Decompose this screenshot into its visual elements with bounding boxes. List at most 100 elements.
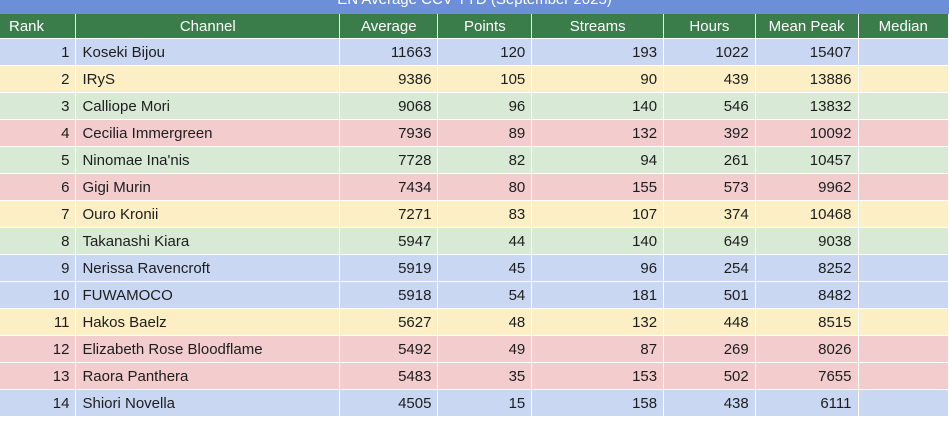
points-cell[interactable]: 15 [437, 389, 533, 417]
mean-peak-cell[interactable]: 7655 [755, 362, 859, 390]
rank-cell[interactable]: 9 [0, 254, 77, 282]
points-cell[interactable]: 80 [437, 173, 533, 201]
points-cell[interactable]: 105 [437, 65, 533, 93]
mean-peak-cell[interactable]: 13832 [755, 92, 859, 120]
hours-cell[interactable]: 438 [663, 389, 756, 417]
streams-cell[interactable]: 193 [531, 38, 665, 66]
median-cell[interactable] [858, 362, 949, 390]
channel-cell[interactable]: Hakos Baelz [75, 308, 341, 336]
average-cell[interactable]: 5492 [339, 335, 439, 363]
points-cell[interactable]: 83 [437, 200, 533, 228]
hours-cell[interactable]: 502 [663, 362, 756, 390]
hours-cell[interactable]: 501 [663, 281, 756, 309]
header-rank[interactable]: Rank [0, 14, 77, 39]
average-cell[interactable]: 5627 [339, 308, 439, 336]
average-cell[interactable]: 4505 [339, 389, 439, 417]
hours-cell[interactable]: 392 [663, 119, 756, 147]
median-cell[interactable] [858, 173, 949, 201]
streams-cell[interactable]: 181 [531, 281, 665, 309]
channel-cell[interactable]: Ninomae Ina'nis [75, 146, 341, 174]
median-cell[interactable] [858, 146, 949, 174]
hours-cell[interactable]: 439 [663, 65, 756, 93]
hours-cell[interactable]: 254 [663, 254, 756, 282]
rank-cell[interactable]: 13 [0, 362, 77, 390]
average-cell[interactable]: 7434 [339, 173, 439, 201]
points-cell[interactable]: 82 [437, 146, 533, 174]
median-cell[interactable] [858, 92, 949, 120]
points-cell[interactable]: 54 [437, 281, 533, 309]
hours-cell[interactable]: 1022 [663, 38, 756, 66]
median-cell[interactable] [858, 200, 949, 228]
points-cell[interactable]: 96 [437, 92, 533, 120]
points-cell[interactable]: 44 [437, 227, 533, 255]
median-cell[interactable] [858, 65, 949, 93]
average-cell[interactable]: 9068 [339, 92, 439, 120]
rank-cell[interactable]: 3 [0, 92, 77, 120]
median-cell[interactable] [858, 254, 949, 282]
streams-cell[interactable]: 94 [531, 146, 665, 174]
channel-cell[interactable]: Raora Panthera [75, 362, 341, 390]
streams-cell[interactable]: 158 [531, 389, 665, 417]
median-cell[interactable] [858, 38, 949, 66]
header-mean-peak[interactable]: Mean Peak [755, 14, 859, 39]
mean-peak-cell[interactable]: 8252 [755, 254, 859, 282]
header-channel[interactable]: Channel [75, 14, 341, 39]
channel-cell[interactable]: Nerissa Ravencroft [75, 254, 341, 282]
channel-cell[interactable]: Ouro Kronii [75, 200, 341, 228]
points-cell[interactable]: 49 [437, 335, 533, 363]
hours-cell[interactable]: 269 [663, 335, 756, 363]
channel-cell[interactable]: Shiori Novella [75, 389, 341, 417]
channel-cell[interactable]: IRyS [75, 65, 341, 93]
mean-peak-cell[interactable]: 13886 [755, 65, 859, 93]
mean-peak-cell[interactable]: 8515 [755, 308, 859, 336]
average-cell[interactable]: 5483 [339, 362, 439, 390]
hours-cell[interactable]: 261 [663, 146, 756, 174]
points-cell[interactable]: 45 [437, 254, 533, 282]
rank-cell[interactable]: 10 [0, 281, 77, 309]
mean-peak-cell[interactable]: 8482 [755, 281, 859, 309]
channel-cell[interactable]: FUWAMOCO [75, 281, 341, 309]
streams-cell[interactable]: 155 [531, 173, 665, 201]
points-cell[interactable]: 48 [437, 308, 533, 336]
rank-cell[interactable]: 11 [0, 308, 77, 336]
rank-cell[interactable]: 5 [0, 146, 77, 174]
mean-peak-cell[interactable]: 8026 [755, 335, 859, 363]
points-cell[interactable]: 120 [437, 38, 533, 66]
average-cell[interactable]: 5919 [339, 254, 439, 282]
rank-cell[interactable]: 6 [0, 173, 77, 201]
mean-peak-cell[interactable]: 10457 [755, 146, 859, 174]
mean-peak-cell[interactable]: 15407 [755, 38, 859, 66]
header-hours[interactable]: Hours [663, 14, 756, 39]
mean-peak-cell[interactable]: 10092 [755, 119, 859, 147]
streams-cell[interactable]: 87 [531, 335, 665, 363]
median-cell[interactable] [858, 281, 949, 309]
rank-cell[interactable]: 2 [0, 65, 77, 93]
rank-cell[interactable]: 8 [0, 227, 77, 255]
streams-cell[interactable]: 132 [531, 119, 665, 147]
hours-cell[interactable]: 546 [663, 92, 756, 120]
hours-cell[interactable]: 374 [663, 200, 756, 228]
streams-cell[interactable]: 140 [531, 227, 665, 255]
channel-cell[interactable]: Koseki Bijou [75, 38, 341, 66]
average-cell[interactable]: 5947 [339, 227, 439, 255]
rank-cell[interactable]: 7 [0, 200, 77, 228]
channel-cell[interactable]: Gigi Murin [75, 173, 341, 201]
streams-cell[interactable]: 140 [531, 92, 665, 120]
average-cell[interactable]: 11663 [339, 38, 439, 66]
mean-peak-cell[interactable]: 9038 [755, 227, 859, 255]
hours-cell[interactable]: 649 [663, 227, 756, 255]
header-points[interactable]: Points [437, 14, 533, 39]
average-cell[interactable]: 5918 [339, 281, 439, 309]
streams-cell[interactable]: 96 [531, 254, 665, 282]
header-average[interactable]: Average [339, 14, 439, 39]
median-cell[interactable] [858, 308, 949, 336]
average-cell[interactable]: 9386 [339, 65, 439, 93]
streams-cell[interactable]: 153 [531, 362, 665, 390]
median-cell[interactable] [858, 119, 949, 147]
channel-cell[interactable]: Elizabeth Rose Bloodflame [75, 335, 341, 363]
streams-cell[interactable]: 107 [531, 200, 665, 228]
header-streams[interactable]: Streams [531, 14, 665, 39]
streams-cell[interactable]: 132 [531, 308, 665, 336]
rank-cell[interactable]: 4 [0, 119, 77, 147]
streams-cell[interactable]: 90 [531, 65, 665, 93]
